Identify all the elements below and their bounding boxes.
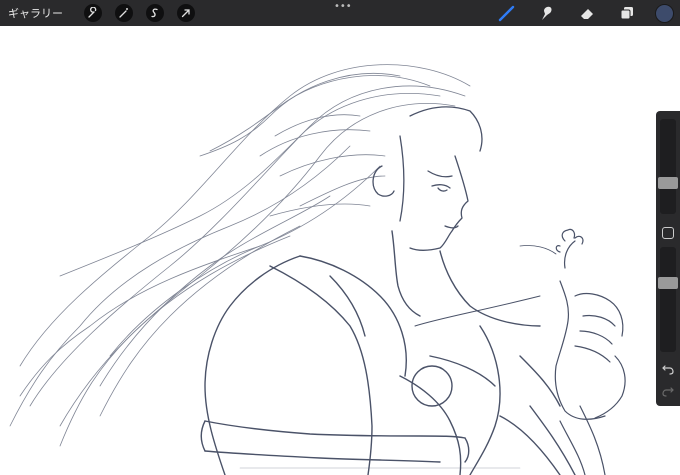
drawing-canvas[interactable] <box>0 26 680 475</box>
undo-icon[interactable] <box>661 362 675 376</box>
brush-size-slider[interactable] <box>658 119 678 214</box>
smudge-icon[interactable] <box>537 3 557 23</box>
transform-arrow-icon[interactable] <box>177 4 195 22</box>
more-options-icon[interactable]: ••• <box>334 2 352 12</box>
hand-sketch <box>519 228 626 475</box>
body-sketch <box>200 230 576 475</box>
brush-size-handle[interactable] <box>658 177 678 190</box>
layers-icon[interactable] <box>617 3 637 23</box>
eraser-icon[interactable] <box>577 3 597 23</box>
top-toolbar: ギャラリー ••• <box>0 0 680 26</box>
brush-icon[interactable] <box>497 3 517 23</box>
redo-icon[interactable] <box>661 384 675 398</box>
hair-strands <box>9 64 471 447</box>
opacity-handle[interactable] <box>658 277 678 290</box>
gallery-button[interactable]: ギャラリー <box>8 5 63 21</box>
face-sketch <box>372 106 483 251</box>
magic-wand-icon[interactable] <box>115 4 133 22</box>
wrench-icon[interactable] <box>84 4 102 22</box>
right-tool-group <box>477 0 674 26</box>
selection-icon[interactable] <box>146 4 164 22</box>
color-picker-swatch[interactable] <box>655 3 674 23</box>
modify-button[interactable] <box>662 227 674 239</box>
side-slider-panel <box>656 111 680 406</box>
opacity-slider[interactable] <box>658 247 678 352</box>
